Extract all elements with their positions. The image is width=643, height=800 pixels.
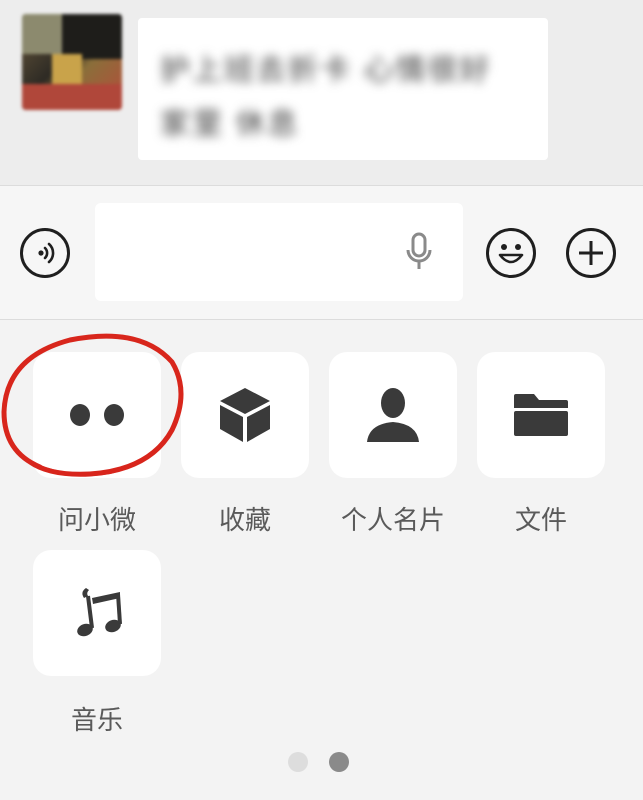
chat-area: 护上班去折卡 心情很好 家里 休息 (0, 0, 643, 185)
music-label: 音乐 (70, 706, 123, 736)
folder-icon (514, 394, 568, 436)
avatar[interactable] (22, 14, 122, 110)
plus-icon (579, 241, 603, 265)
plus-button[interactable] (566, 228, 616, 278)
favorites-label: 收藏 (218, 506, 271, 536)
avatar-pixel (62, 14, 122, 59)
message-text: 护上班去折卡 心情很好 家里 休息 (160, 53, 492, 142)
avatar-pixel (22, 14, 62, 54)
avatar-pixel (52, 54, 82, 84)
emoji-icon (498, 244, 524, 264)
favorites-tile[interactable] (181, 352, 309, 478)
page-indicator (0, 752, 643, 772)
file-tile[interactable] (477, 352, 605, 478)
wenxiaowei-label: 问小微 (57, 506, 136, 536)
message-bubble[interactable]: 护上班去折卡 心情很好 家里 休息 (138, 18, 548, 160)
music-tile[interactable] (33, 550, 161, 676)
voice-button[interactable] (20, 228, 70, 278)
contact-card-label: 个人名片 (340, 506, 445, 536)
music-icon (77, 588, 122, 637)
contact-card-icon (367, 388, 419, 442)
voice-icon (38, 242, 55, 264)
input-bar (0, 185, 643, 320)
microphone-icon[interactable] (404, 232, 434, 272)
file-label: 文件 (514, 506, 567, 536)
emoji-button[interactable] (486, 228, 536, 278)
page-dot-1[interactable] (288, 752, 308, 772)
wenxiaowei-icon (70, 404, 124, 426)
wenxiaowei-tile[interactable] (33, 352, 161, 478)
contact-card-tile[interactable] (329, 352, 457, 478)
favorites-cube-icon (220, 388, 270, 442)
page-dot-2-active[interactable] (329, 752, 349, 772)
avatar-pixel (22, 84, 122, 110)
